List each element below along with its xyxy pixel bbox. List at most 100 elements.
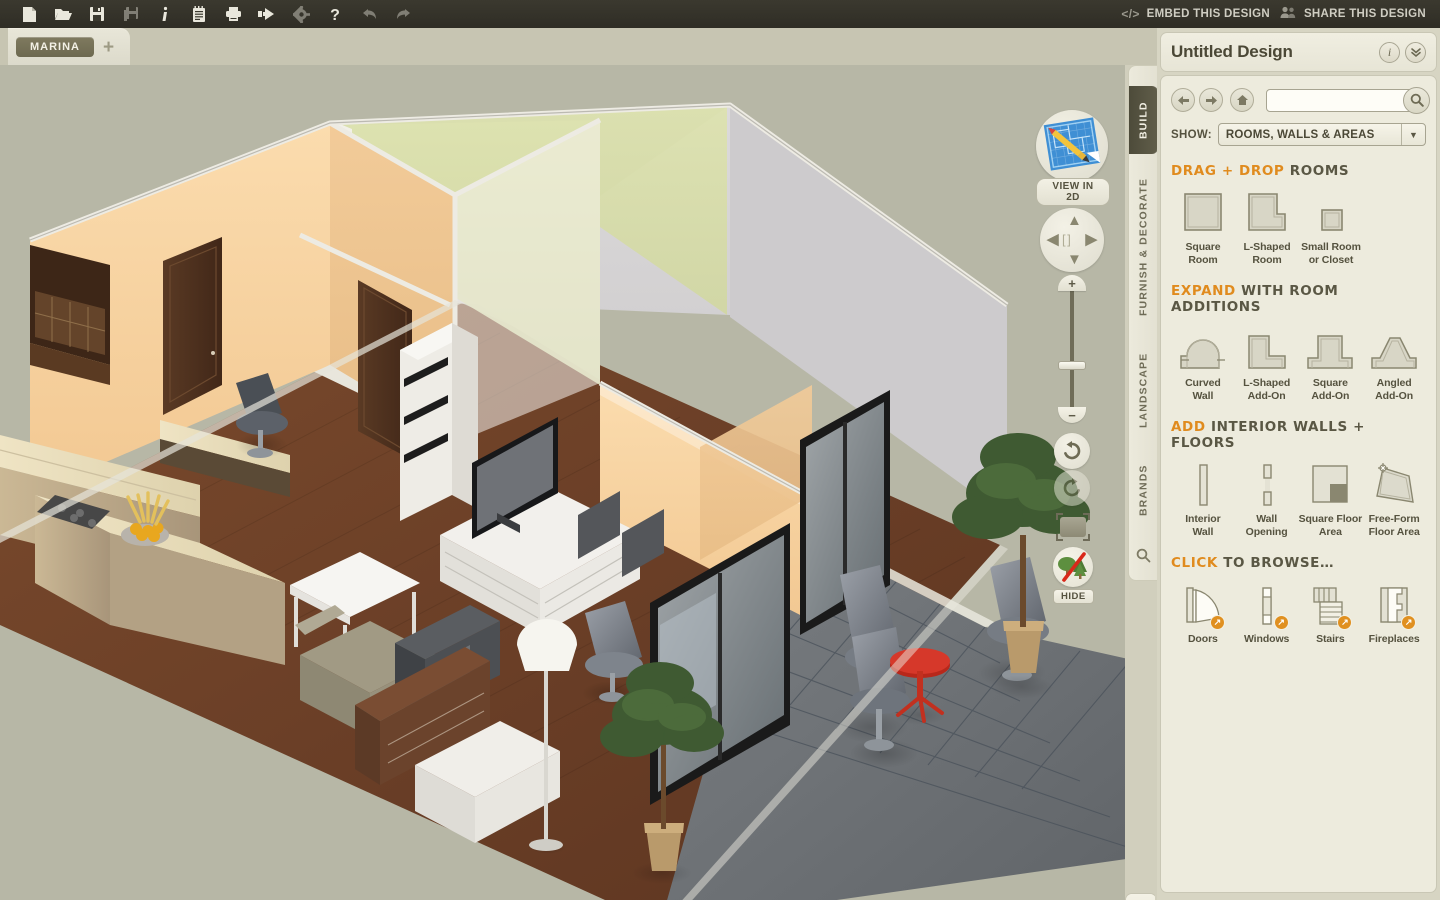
notes-icon[interactable]	[182, 0, 216, 28]
item-interior-wall[interactable]: Interior Wall	[1171, 460, 1235, 538]
section-heading: EXPAND WITH ROOM ADDITIONS	[1171, 283, 1426, 315]
item-square-room[interactable]: Square Room	[1171, 188, 1235, 266]
tab-panel: MARINA +	[8, 28, 130, 65]
design-viewport-3d[interactable]: VIEW IN 2D ▲ ▼ ◀ ▶ [ ] + − HIDE	[0, 65, 1155, 900]
item-small-room-closet[interactable]: Small Room or Closet	[1299, 188, 1363, 266]
section-interior-walls-floors: ADD INTERIOR WALLS + FLOORS Interior Wal…	[1161, 419, 1436, 538]
blueprint-pencil-icon[interactable]	[1036, 110, 1108, 182]
panel-collapse-group: « »	[1125, 893, 1155, 900]
show-filter-row: SHOW: ROOMS, WALLS & AREAS ▼	[1161, 112, 1436, 146]
sidebar-item-furnish[interactable]: FURNISH & DECORATE	[1129, 166, 1158, 328]
item-label: Square Add-On	[1311, 377, 1350, 402]
item-free-form-floor-area[interactable]: Free-Form Floor Area	[1362, 460, 1426, 538]
section-heading-highlight: DRAG + DROP	[1171, 163, 1285, 179]
item-square-floor-area[interactable]: Square Floor Area	[1299, 460, 1362, 538]
redo-icon[interactable]	[386, 0, 420, 28]
show-selected-value: ROOMS, WALLS & AREAS	[1225, 128, 1375, 141]
section-items: Curved Wall L-Shaped Add-On Square Add-O…	[1171, 324, 1426, 402]
item-stairs[interactable]: ↗ Stairs	[1299, 580, 1363, 646]
pan-center-reset[interactable]: [ ]	[1062, 232, 1071, 247]
chevron-double-down-icon[interactable]	[1405, 41, 1426, 63]
item-fireplaces[interactable]: ↗ Fireplaces	[1362, 580, 1426, 646]
section-items: ↗ Doors ↗ Windows ↗ Stairs ↗ Fireplaces	[1171, 580, 1426, 646]
panel-nav-row	[1161, 76, 1436, 114]
info-icon[interactable]	[148, 0, 182, 28]
info-icon[interactable]: i	[1379, 41, 1400, 63]
tab-marina[interactable]: MARINA	[16, 37, 94, 57]
pan-down-arrow[interactable]: ▼	[1067, 252, 1082, 267]
item-doors[interactable]: ↗ Doors	[1171, 580, 1235, 646]
small-room-icon	[1307, 188, 1355, 236]
help-icon[interactable]: ?	[318, 0, 352, 28]
sel-corner-bl	[1056, 534, 1063, 541]
item-label: Small Room or Closet	[1301, 241, 1361, 266]
item-label: Free-Form Floor Area	[1368, 513, 1420, 538]
browse-badge[interactable]: ↗	[1273, 615, 1289, 630]
collapse-left-button[interactable]: «	[1126, 894, 1155, 900]
export-icon[interactable]	[250, 0, 284, 28]
square-floor-icon	[1306, 460, 1354, 508]
zoom-handle[interactable]	[1058, 361, 1086, 370]
item-angled-addon[interactable]: Angled Add-On	[1362, 324, 1426, 402]
hide-button[interactable]: HIDE	[1053, 589, 1094, 604]
pan-control[interactable]: ▲ ▼ ◀ ▶ [ ]	[1040, 208, 1104, 272]
sel-corner-br	[1083, 534, 1090, 541]
rotate-left-icon[interactable]	[1054, 433, 1090, 469]
item-wall-opening[interactable]: Wall Opening	[1235, 460, 1299, 538]
selection-box-icon[interactable]	[1056, 513, 1090, 541]
item-l-shaped-room[interactable]: L-Shaped Room	[1235, 188, 1299, 266]
zoom-slider[interactable]: + −	[1050, 275, 1094, 423]
save-icon[interactable]	[80, 0, 114, 28]
item-windows[interactable]: ↗ Windows	[1235, 580, 1299, 646]
item-label: Wall Opening	[1245, 513, 1288, 538]
top-toolbar: ? </> EMBED THIS DESIGN SHARE THIS DESIG…	[0, 0, 1440, 28]
stairs-icon: ↗	[1306, 580, 1354, 630]
settings-gear-icon[interactable]	[284, 0, 318, 28]
zoom-out-button[interactable]: −	[1058, 407, 1086, 423]
item-label: Interior Wall	[1185, 513, 1221, 538]
item-l-shaped-addon[interactable]: L-Shaped Add-On	[1235, 324, 1299, 402]
item-label: Fireplaces	[1368, 633, 1420, 645]
right-panel: Untitled Design i SHOW: ROOMS, WALLS & A…	[1157, 28, 1440, 900]
add-tab-button[interactable]: +	[103, 38, 114, 57]
open-folder-icon[interactable]	[46, 0, 80, 28]
browse-badge[interactable]: ↗	[1209, 615, 1225, 630]
item-curved-wall[interactable]: Curved Wall	[1171, 324, 1235, 402]
search-input[interactable]	[1266, 88, 1426, 112]
save-as-icon[interactable]	[114, 0, 148, 28]
new-file-icon[interactable]	[12, 0, 46, 28]
rotate-right-icon[interactable]	[1054, 470, 1090, 506]
search-icon[interactable]	[1403, 86, 1430, 114]
undo-icon[interactable]	[352, 0, 386, 28]
pan-right-arrow[interactable]: ▶	[1085, 232, 1097, 247]
zoom-in-button[interactable]: +	[1058, 275, 1086, 291]
chevron-down-icon[interactable]: ▼	[1401, 124, 1425, 145]
item-label: Doors	[1187, 633, 1218, 645]
view-2d-button[interactable]: VIEW IN 2D	[1036, 178, 1110, 206]
sidebar-item-brands[interactable]: BRANDS	[1129, 452, 1158, 528]
show-label: SHOW:	[1171, 128, 1212, 141]
item-label: Windows	[1243, 633, 1290, 645]
section-heading-highlight: CLICK	[1171, 555, 1218, 571]
arrow-left-icon[interactable]	[1171, 88, 1195, 112]
sidebar-item-landscape[interactable]: LANDSCAPE	[1129, 338, 1158, 442]
pan-left-arrow[interactable]: ◀	[1047, 232, 1059, 247]
share-design-button[interactable]: SHARE THIS DESIGN	[1280, 6, 1426, 22]
print-icon[interactable]	[216, 0, 250, 28]
hide-trees-icon[interactable]	[1053, 547, 1093, 587]
zoom-track[interactable]	[1070, 283, 1074, 415]
fireplace-icon: ↗	[1370, 580, 1418, 630]
panel-search-wrap	[1266, 86, 1430, 114]
embed-design-button[interactable]: </> EMBED THIS DESIGN	[1121, 7, 1270, 21]
vertical-tab-inner: BUILD FURNISH & DECORATE LANDSCAPE BRAND…	[1128, 65, 1158, 581]
view-2d-control: VIEW IN 2D	[1036, 110, 1110, 206]
home-icon[interactable]	[1230, 88, 1254, 112]
arrow-right-icon[interactable]	[1199, 88, 1223, 112]
code-brackets-icon: </>	[1121, 7, 1140, 21]
pan-up-arrow[interactable]: ▲	[1067, 213, 1082, 228]
item-square-addon[interactable]: Square Add-On	[1299, 324, 1363, 402]
show-dropdown[interactable]: ROOMS, WALLS & AREAS ▼	[1217, 123, 1426, 146]
window-icon: ↗	[1243, 580, 1291, 630]
sidebar-item-build[interactable]: BUILD	[1129, 86, 1158, 154]
search-icon[interactable]	[1129, 540, 1158, 570]
